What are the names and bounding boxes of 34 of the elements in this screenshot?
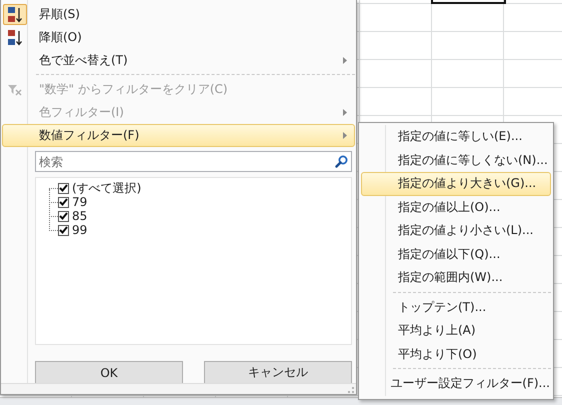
submenu-arrow-icon — [343, 132, 347, 139]
menu-item[interactable]: 平均より下(O) — [361, 342, 551, 366]
menu-item[interactable]: 指定の範囲内(W)... — [361, 266, 551, 290]
cancel-button[interactable]: キャンセル — [204, 361, 352, 384]
sort-descending-icon — [7, 28, 23, 46]
ok-button[interactable]: OK — [35, 361, 183, 384]
menu-item[interactable]: 数値フィルター(F) — [2, 124, 355, 147]
menu-item[interactable]: 指定の値に等しい(E)... — [361, 125, 551, 148]
menu-item[interactable]: 指定の値より小さい(L)... — [361, 219, 551, 242]
menu-item[interactable]: 指定の値に等しくない(N)... — [361, 148, 551, 172]
search-icon — [335, 155, 348, 168]
resize-grip-icon — [347, 386, 354, 393]
menu-item[interactable]: トップテン(T)... — [361, 296, 551, 319]
value-label: (すべて選択) — [72, 181, 142, 195]
sort-ascending-icon — [7, 6, 23, 24]
menu-item[interactable]: ユーザー設定フィルター(F)... — [361, 372, 551, 396]
clear-filter-icon — [8, 84, 22, 96]
menu-item[interactable]: 平均より上(A) — [361, 319, 551, 342]
search-field[interactable]: 検索 — [35, 151, 352, 172]
menu-item[interactable]: 降順(O) — [2, 26, 355, 49]
menu-item[interactable]: 昇順(S) — [2, 3, 355, 26]
value-label: 79 — [72, 195, 88, 209]
menu-item[interactable]: 指定の値以上(O)... — [361, 196, 551, 219]
checkbox[interactable] — [58, 224, 69, 236]
menu-item[interactable]: 色で並べ替え(T) — [2, 49, 355, 72]
value-label: 99 — [72, 223, 88, 237]
submenu-arrow-icon — [343, 57, 347, 64]
submenu-arrow-icon — [343, 109, 347, 116]
menu-item[interactable]: 指定の値以下(Q)... — [361, 242, 551, 266]
value-label: 85 — [72, 209, 88, 223]
checkbox[interactable] — [58, 210, 69, 222]
checkbox[interactable] — [58, 196, 69, 208]
checkbox[interactable] — [58, 182, 69, 194]
menu-item[interactable]: 指定の値より大きい(G)... — [361, 172, 551, 196]
